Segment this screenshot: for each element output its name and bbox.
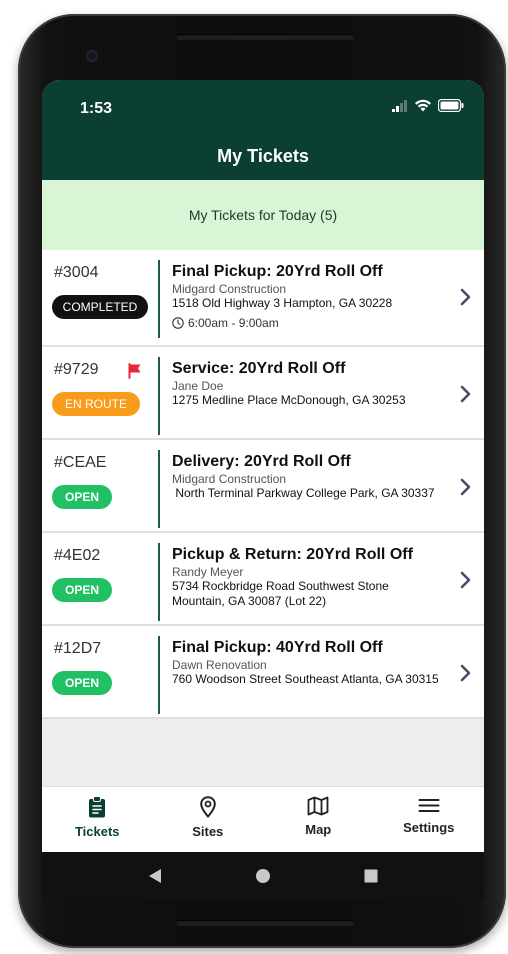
ticket-address: 5734 Rockbridge Road Southwest Stone Mou…	[172, 579, 389, 608]
bottom-tab-bar: Tickets Sites Map Settings	[42, 786, 484, 852]
ticket-job: Pickup & Return: 20Yrd Roll Off	[172, 546, 413, 563]
menu-icon	[418, 799, 440, 812]
ticket-address: North Terminal Parkway College Park, GA …	[172, 486, 435, 500]
ticket-row[interactable]: #9729 EN ROUTE Service: 20Yrd Roll Off J…	[42, 347, 484, 440]
ticket-time-window: 6:00am - 9:00am	[172, 316, 442, 330]
map-icon	[307, 796, 329, 816]
ticket-info: Final Pickup: 40Yrd Roll Off Dawn Renova…	[172, 638, 442, 687]
tab-label: Sites	[192, 824, 224, 839]
home-icon[interactable]	[255, 868, 271, 884]
tab-map[interactable]: Map	[263, 787, 374, 852]
bottom-speaker	[176, 920, 354, 926]
ticket-info: Final Pickup: 20Yrd Roll Off Midgard Con…	[172, 262, 442, 330]
app-header: 1:53 My Tickets	[42, 80, 484, 180]
tab-label: Map	[305, 822, 332, 837]
status-badge: EN ROUTE	[52, 392, 140, 416]
earpiece-speaker	[176, 34, 354, 40]
tab-label: Settings	[403, 820, 455, 835]
ticket-id: #3004	[54, 264, 99, 281]
status-badge: COMPLETED	[52, 295, 148, 319]
status-icons	[392, 99, 464, 112]
row-divider	[158, 636, 160, 714]
ticket-info: Delivery: 20Yrd Roll Off Midgard Constru…	[172, 452, 442, 501]
android-nav-bar	[42, 852, 484, 900]
ticket-info: Pickup & Return: 20Yrd Roll Off Randy Me…	[172, 545, 442, 609]
ticket-customer: Midgard Construction	[172, 282, 287, 296]
tab-settings[interactable]: Settings	[374, 787, 485, 852]
ticket-address: 760 Woodson Street Southeast Atlanta, GA…	[172, 672, 439, 686]
ticket-time: 6:00am - 9:00am	[188, 316, 279, 330]
app-screen: 1:53 My Tickets My Tickets for Today (5)	[42, 80, 484, 900]
row-divider	[158, 543, 160, 621]
ticket-job: Final Pickup: 40Yrd Roll Off	[172, 639, 383, 656]
row-divider	[158, 357, 160, 435]
ticket-address: 1518 Old Highway 3 Hampton, GA 30228	[172, 296, 393, 310]
battery-icon	[438, 99, 464, 112]
status-badge: OPEN	[52, 485, 112, 509]
ticket-customer: Midgard Construction	[172, 472, 287, 486]
tab-tickets[interactable]: Tickets	[42, 787, 153, 852]
recents-icon[interactable]	[364, 869, 378, 883]
ticket-customer: Dawn Renovation	[172, 658, 267, 672]
row-divider	[158, 260, 160, 338]
ticket-id: #9729	[54, 361, 99, 378]
status-badge: OPEN	[52, 671, 112, 695]
ticket-job: Service: 20Yrd Roll Off	[172, 360, 346, 377]
chevron-right-icon	[460, 571, 471, 589]
today-summary-text: My Tickets for Today (5)	[188, 207, 338, 223]
page-title: My Tickets	[217, 146, 309, 166]
back-icon[interactable]	[148, 868, 162, 884]
row-divider	[158, 450, 160, 528]
tab-sites[interactable]: Sites	[153, 787, 264, 852]
cellular-signal-icon	[392, 99, 407, 112]
ticket-row[interactable]: #4E02 OPEN Pickup & Return: 20Yrd Roll O…	[42, 533, 484, 626]
ticket-job: Final Pickup: 20Yrd Roll Off	[172, 263, 383, 280]
ticket-row[interactable]: #CEAE OPEN Delivery: 20Yrd Roll Off Midg…	[42, 440, 484, 533]
wifi-icon	[415, 99, 431, 112]
ticket-customer: Jane Doe	[172, 379, 224, 393]
ticket-row[interactable]: #12D7 OPEN Final Pickup: 40Yrd Roll Off …	[42, 626, 484, 719]
tab-label: Tickets	[74, 824, 120, 839]
ticket-row[interactable]: #3004 COMPLETED Final Pickup: 20Yrd Roll…	[42, 250, 484, 347]
ticket-id: #4E02	[54, 547, 101, 564]
chevron-right-icon	[460, 664, 471, 682]
ticket-info: Service: 20Yrd Roll Off Jane Doe 1275 Me…	[172, 359, 442, 408]
status-badge: OPEN	[52, 578, 112, 602]
ticket-id: #12D7	[54, 640, 102, 657]
chevron-right-icon	[460, 478, 471, 496]
ticket-customer: Randy Meyer	[172, 565, 244, 579]
ticket-id: #CEAE	[54, 454, 107, 471]
chevron-right-icon	[460, 288, 471, 306]
flag-icon	[128, 363, 141, 379]
ticket-address: 1275 Medline Place McDonough, GA 30253	[172, 393, 406, 407]
chevron-right-icon	[460, 385, 471, 403]
today-summary-banner: My Tickets for Today (5)	[42, 180, 484, 250]
ticket-list: #3004 COMPLETED Final Pickup: 20Yrd Roll…	[42, 250, 484, 719]
status-time: 1:53	[80, 100, 113, 117]
ticket-job: Delivery: 20Yrd Roll Off	[172, 453, 351, 470]
clock-icon	[172, 317, 184, 329]
map-pin-icon	[199, 796, 216, 818]
clipboard-icon	[89, 796, 106, 818]
front-camera	[86, 50, 98, 62]
